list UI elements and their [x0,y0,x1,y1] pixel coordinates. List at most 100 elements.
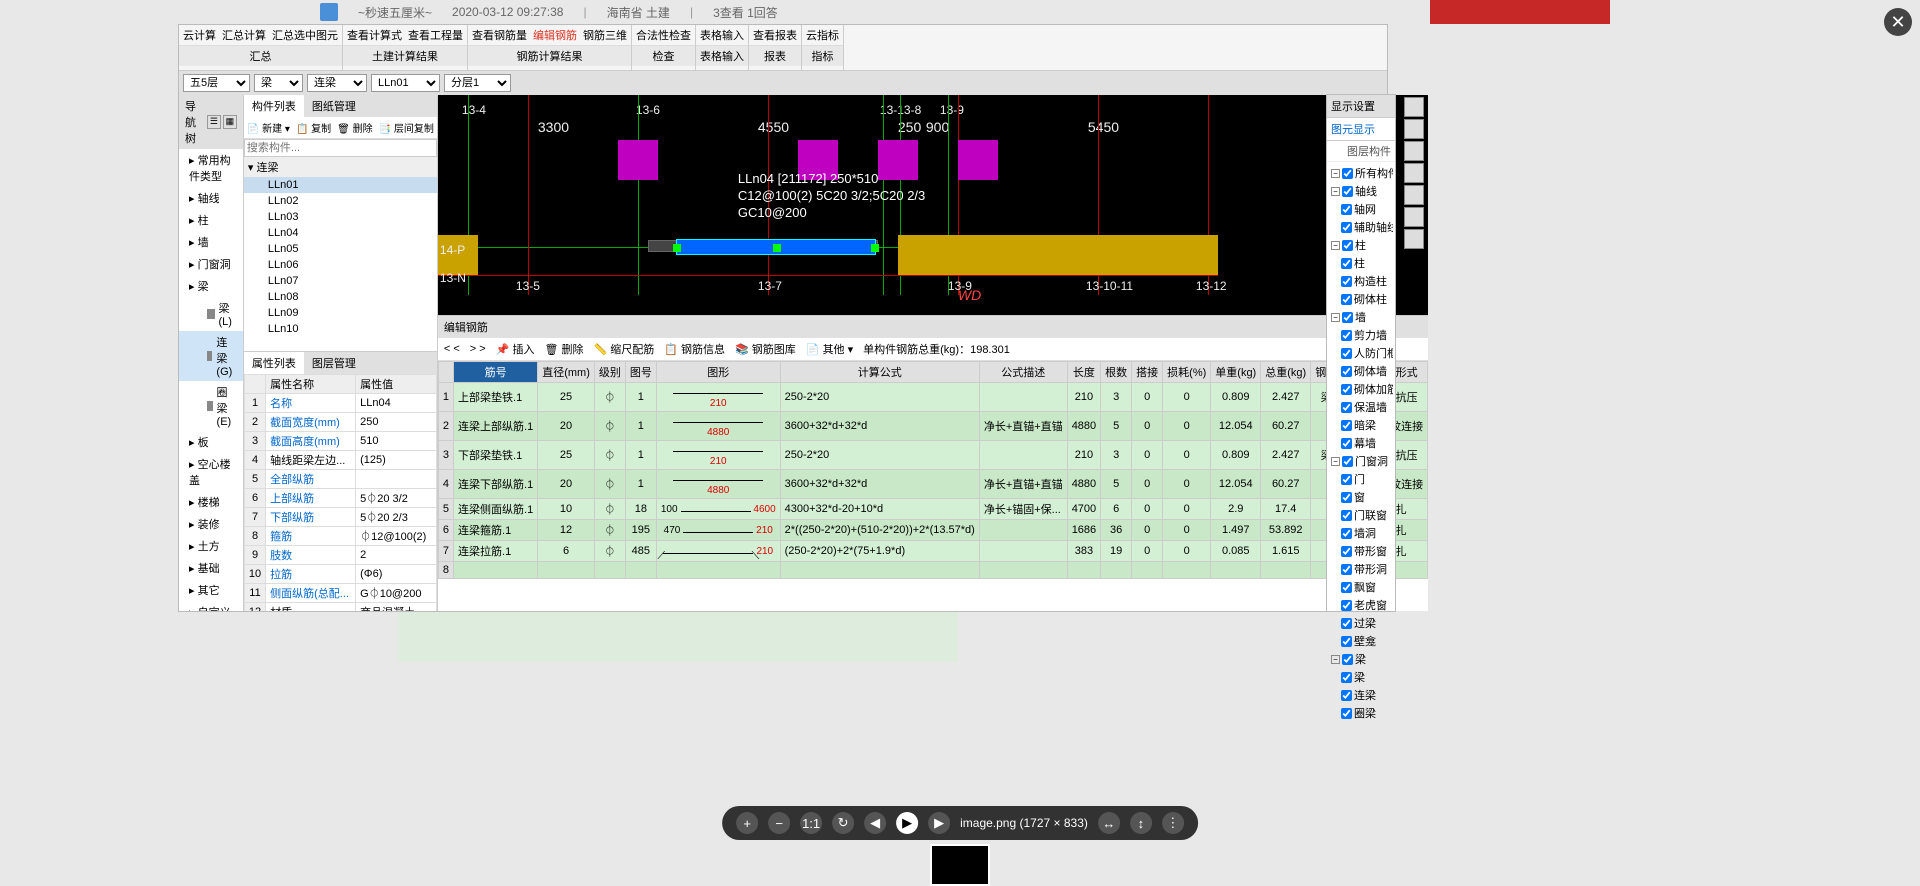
property-row[interactable]: 1名称LLn04 [244,394,436,413]
nav-item[interactable]: ▸ 土方 [179,535,243,557]
nav-item[interactable]: 梁(L) [179,297,243,331]
display-tree-item[interactable]: 保温墙 [1329,398,1393,416]
display-tree-item[interactable]: 幕墙 [1329,434,1393,452]
property-row[interactable]: 10拉筋(Φ6) [244,565,436,584]
property-row[interactable]: 5全部纵筋 [244,470,436,489]
rebar-row[interactable]: 8 [438,562,1427,579]
property-row[interactable]: 12材质商品混凝土 [244,603,436,612]
rebar-row[interactable]: 3下部梁垫铁.125⏀1210250-2*202103000.8092.427梁… [438,441,1427,470]
nav-item[interactable]: ▸ 自定义 [179,601,243,611]
display-tree-item[interactable]: −所有构件 [1329,164,1393,182]
nav-first-button[interactable]: < < [444,343,460,355]
tab-component-list[interactable]: 构件列表 [244,95,304,117]
nav-item[interactable]: ▸ 空心楼盖 [179,453,243,491]
drawing-canvas[interactable]: 13-4 13-6 13-13-8 13-9 3300 4550 250 900… [438,95,1428,315]
display-tree-item[interactable]: 砌体加筋 [1329,380,1393,398]
property-row[interactable]: 4轴线距梁左边...(125) [244,451,436,470]
view-tool-icon[interactable] [1404,207,1424,227]
component-item[interactable]: LLn04 [244,225,437,241]
nav-item[interactable]: ▸ 轴线 [179,187,243,209]
nav-view2-icon[interactable]: ▦ [223,115,237,129]
other-button[interactable]: 📄 其他 ▾ [806,341,853,357]
delete-button[interactable]: 🗑 删除 [544,341,583,357]
rebar-info-button[interactable]: 📋 钢筋信息 [664,341,725,357]
nav-last-button[interactable]: > > [470,343,486,355]
ribbon-cmd[interactable]: 查看工程量 [408,27,463,43]
floor-select[interactable]: 五5层 [183,74,250,92]
display-tree-item[interactable]: 砌体墙 [1329,362,1393,380]
nav-item[interactable]: ▸ 梁 [179,275,243,297]
display-tree-item[interactable]: 带形窗 [1329,542,1393,560]
property-row[interactable]: 8箍筋⏀12@100(2) [244,527,436,546]
nav-item[interactable]: ▸ 装修 [179,513,243,535]
rotate-icon[interactable]: ↻ [832,812,854,834]
component-item[interactable]: LLn09 [244,305,437,321]
subcat-select[interactable]: 连梁 [307,74,367,92]
display-tree-item[interactable]: 梁 [1329,668,1393,686]
tab-layers[interactable]: 图层管理 [304,352,364,374]
close-icon[interactable]: ✕ [1884,8,1912,36]
category-select[interactable]: 梁 [254,74,303,92]
display-tree-item[interactable]: 砌体柱 [1329,290,1393,308]
display-tree-item[interactable]: 辅助轴线 [1329,218,1393,236]
next-icon[interactable]: ▶ [928,812,950,834]
new-button[interactable]: 📄 新建 ▾ [247,120,290,135]
view-tool-icon[interactable] [1404,119,1424,139]
display-tree-item[interactable]: 剪力墙 [1329,326,1393,344]
scale-button[interactable]: 📏 缩尺配筋 [594,341,655,357]
view-tool-icon[interactable] [1404,163,1424,183]
nav-item[interactable]: ▸ 门窗洞 [179,253,243,275]
nav-item[interactable]: ▸ 楼梯 [179,491,243,513]
comp-group-header[interactable]: ▾ 连梁 [244,157,437,177]
rebar-row[interactable]: 1上部梁垫铁.125⏀1210250-2*202103000.8092.427梁… [438,383,1427,412]
rebar-row[interactable]: 7连梁拉筋.16⏀485⟋⟍ 210(250-2*20)+2*(75+1.9*d… [438,541,1427,562]
display-tree-item[interactable]: 暗梁 [1329,416,1393,434]
zoom-in-icon[interactable]: + [736,812,758,834]
property-row[interactable]: 11侧面纵筋(总配...G⏀10@200 [244,584,436,603]
display-tree-item[interactable]: 老虎窗 [1329,596,1393,614]
component-item[interactable]: LLn08 [244,289,437,305]
rebar-row[interactable]: 5连梁侧面纵筋.110⏀18100 46004300+32*d-20+10*d净… [438,499,1427,520]
display-tree-item[interactable]: 墙洞 [1329,524,1393,542]
ribbon-cmd[interactable]: 查看报表 [753,27,797,43]
display-tree-item[interactable]: 窗 [1329,488,1393,506]
zoom-reset-icon[interactable]: 1:1 [800,812,822,834]
display-tree-item[interactable]: 圈梁 [1329,704,1393,722]
nav-item[interactable]: 圈梁(E) [179,381,243,431]
ribbon-cmd[interactable]: 钢筋三维 [583,27,627,43]
component-item[interactable]: LLn05 [244,241,437,257]
component-item[interactable]: LLn10 [244,321,437,337]
nav-view-icon[interactable]: ☰ [207,115,221,129]
component-item[interactable]: LLn07 [244,273,437,289]
copy-button[interactable]: 📋 复制 [296,120,331,135]
property-row[interactable]: 9肢数2 [244,546,436,565]
view-tool-icon[interactable] [1404,97,1424,117]
nav-item[interactable]: ▸ 基础 [179,557,243,579]
nav-item[interactable]: ▸ 其它 [179,579,243,601]
display-tree-item[interactable]: −门窗洞 [1329,452,1393,470]
property-row[interactable]: 2截面宽度(mm)250 [244,413,436,432]
component-item[interactable]: LLn01 [244,177,437,193]
property-row[interactable]: 7下部纵筋5⏀20 2/3 [244,508,436,527]
view-tool-icon[interactable] [1404,141,1424,161]
display-tree-item[interactable]: 过梁 [1329,614,1393,632]
display-tree-item[interactable]: 人防门框墙 [1329,344,1393,362]
property-row[interactable]: 3截面高度(mm)510 [244,432,436,451]
insert-button[interactable]: 📌 插入 [496,341,535,357]
nav-item[interactable]: ▸ 板 [179,431,243,453]
display-tree-item[interactable]: −柱 [1329,236,1393,254]
view-tool-icon[interactable] [1404,229,1424,249]
display-tree-item[interactable]: −轴线 [1329,182,1393,200]
display-tree-item[interactable]: 飘窗 [1329,578,1393,596]
selected-beam[interactable] [676,239,876,255]
layer-select[interactable]: 分层1 [444,74,511,92]
ribbon-cmd[interactable]: 汇总计算 [222,27,266,43]
ribbon-cmd[interactable]: 查看钢筋量 [472,27,527,43]
display-tree-item[interactable]: 带形洞 [1329,560,1393,578]
rebar-row[interactable]: 4连梁下部纵筋.120⏀148803600+32*d+32*d净长+直锚+直锚4… [438,470,1427,499]
component-item[interactable]: LLn02 [244,193,437,209]
tab-drawing-manage[interactable]: 图纸管理 [304,95,364,117]
display-tree-item[interactable]: 轴网 [1329,200,1393,218]
flip-h-icon[interactable]: ↔ [1098,812,1120,834]
display-tree-item[interactable]: −墙 [1329,308,1393,326]
